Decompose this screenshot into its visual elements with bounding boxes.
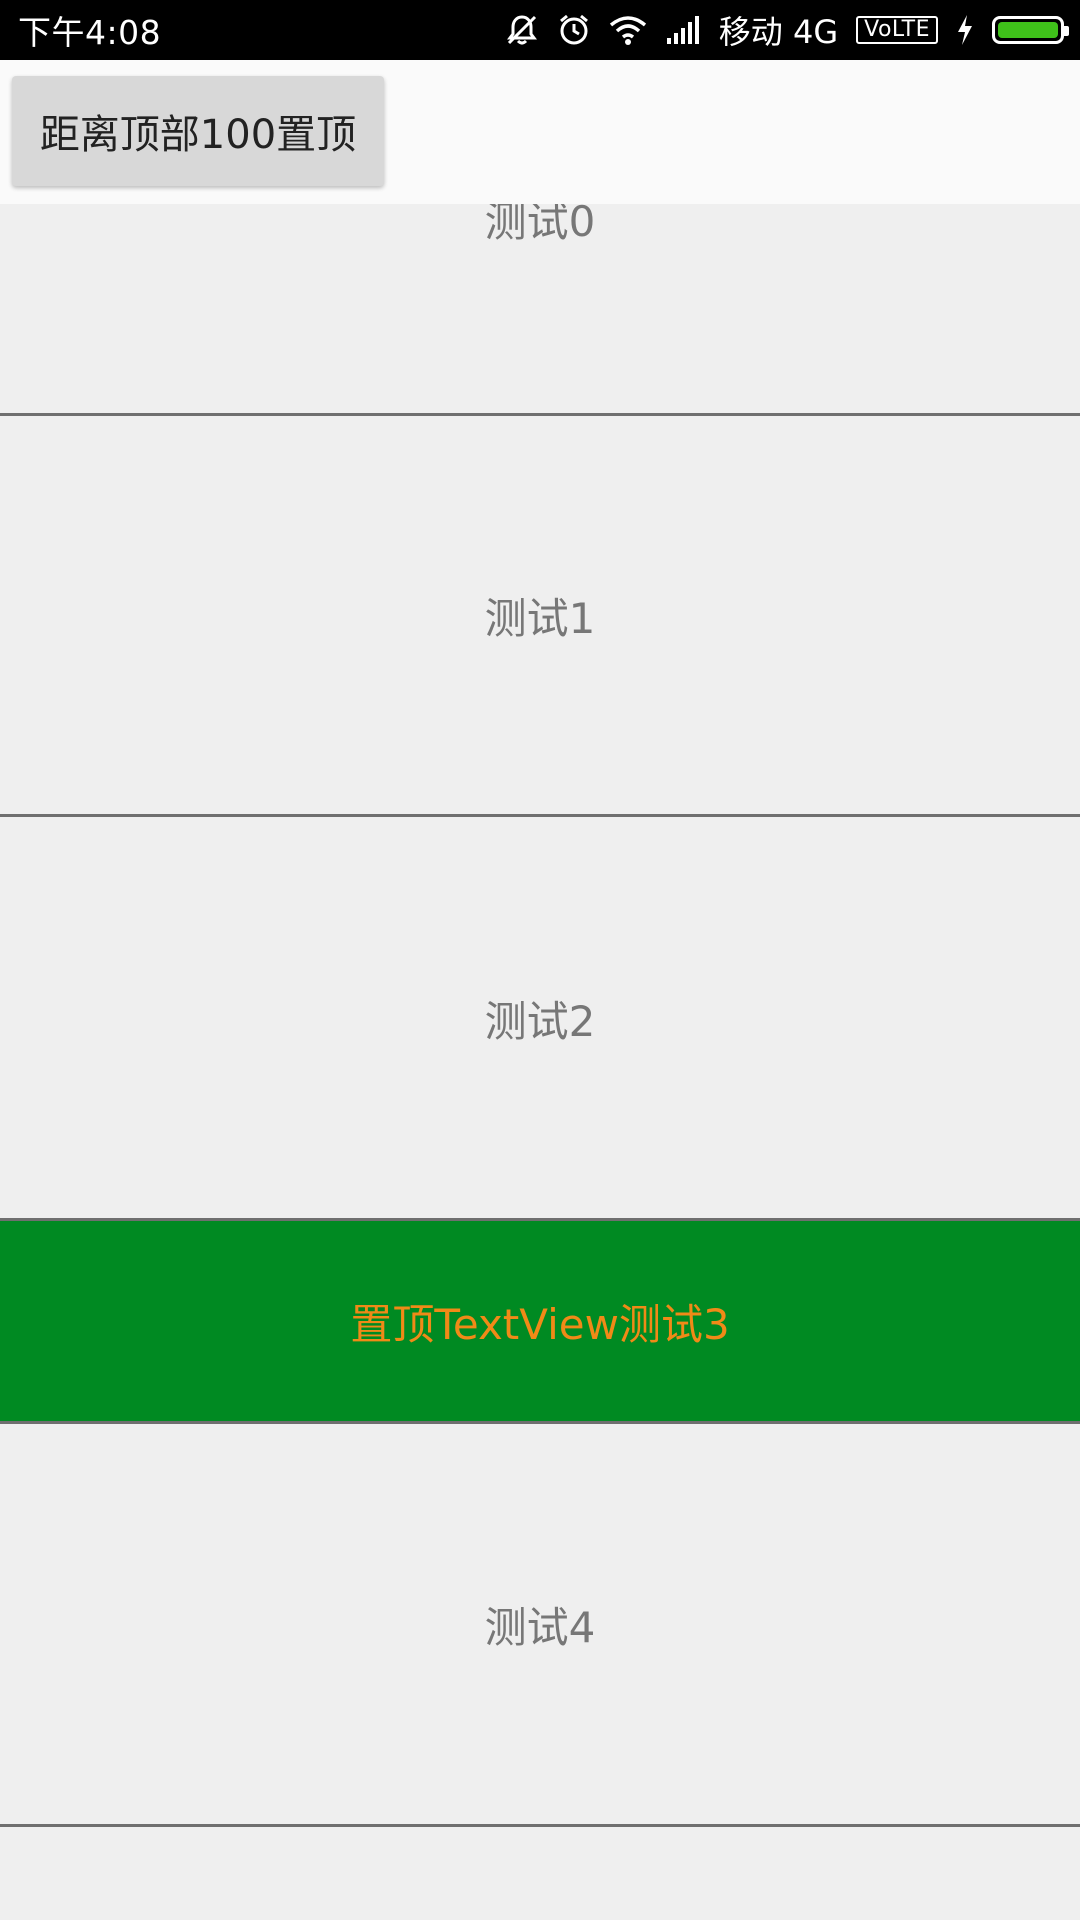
- status-time: 下午4:08: [18, 13, 162, 52]
- mute-vibrate-icon: [505, 13, 539, 47]
- wifi-icon: [609, 15, 647, 45]
- carrier-label: 移动 4G: [718, 13, 839, 51]
- list[interactable]: 测试0 测试1 测试2 置顶TextView测试3 测试4: [0, 0, 1080, 1920]
- status-bar: 下午4:08 移动 4G VoLTE: [0, 0, 1080, 60]
- list-item[interactable]: 测试1: [0, 416, 1080, 815]
- list-item-label: 测试2: [484, 996, 596, 1046]
- volte-badge: VoLTE: [856, 16, 938, 44]
- pinned-textview[interactable]: 置顶TextView测试3: [0, 1221, 1080, 1421]
- alarm-icon: [557, 13, 591, 47]
- top-toolbar: 距离顶部100置顶: [0, 60, 1080, 204]
- battery-level: [998, 22, 1058, 38]
- list-item[interactable]: 测试2: [0, 817, 1080, 1219]
- divider: [0, 1824, 1080, 1827]
- pinned-textview-label: 置顶TextView测试3: [350, 1299, 730, 1349]
- charging-icon: [956, 15, 974, 45]
- signal-icon: [665, 16, 701, 44]
- screen: 测试0 测试1 测试2 置顶TextView测试3 测试4 距离顶部100置顶 …: [0, 0, 1080, 1920]
- list-item[interactable]: 测试4: [0, 1424, 1080, 1825]
- battery-icon: [992, 16, 1069, 44]
- status-icons: 移动 4G VoLTE: [505, 7, 1069, 53]
- pin-at-100-button[interactable]: 距离顶部100置顶: [12, 76, 384, 186]
- list-item-label: 测试1: [484, 594, 596, 643]
- list-item-label: 测试4: [484, 1603, 596, 1652]
